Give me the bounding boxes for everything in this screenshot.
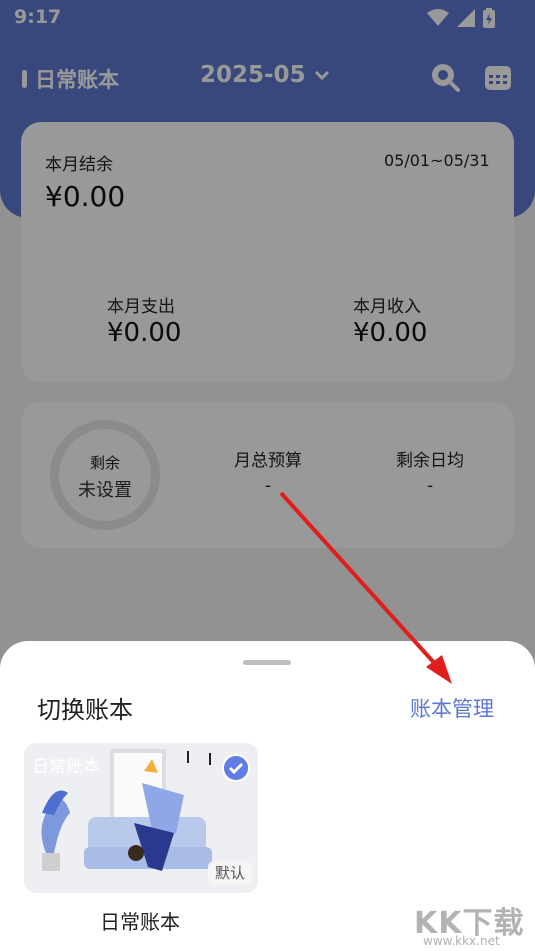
annotation-arrow	[279, 491, 452, 684]
watermark-url: www.kkx.net	[423, 934, 500, 948]
